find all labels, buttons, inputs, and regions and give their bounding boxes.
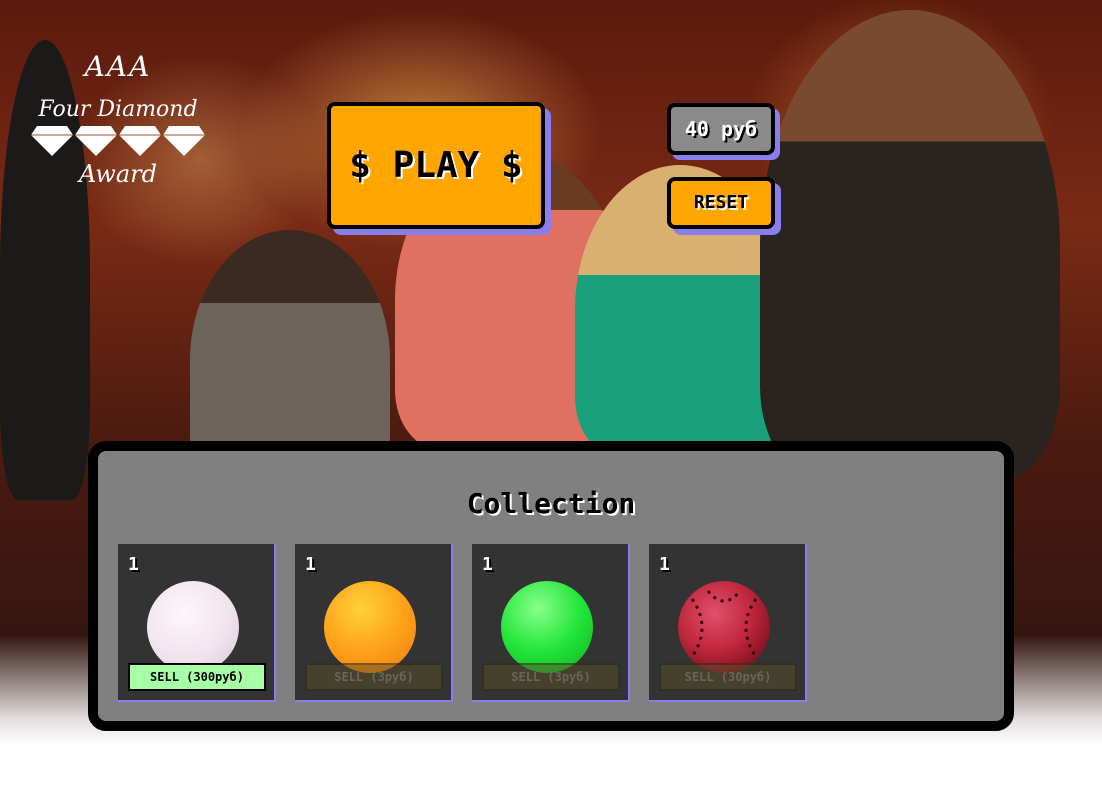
diamond-icon — [163, 126, 205, 156]
item-count: 1 — [305, 554, 316, 575]
diamond-icon — [119, 126, 161, 156]
play-button[interactable]: $ PLAY $ — [327, 102, 545, 229]
collection-item: 1 SELL (3руб) — [295, 544, 453, 702]
item-count: 1 — [128, 554, 139, 575]
collection-cards: 1 SELL (300руб) 1 SELL (3руб) 1 SELL (3р… — [118, 544, 807, 702]
diamond-icon — [31, 126, 73, 156]
white-ball-icon — [147, 581, 239, 673]
aaa-award-logo: AAA Four Diamond Award — [26, 50, 210, 220]
award-line2: Award — [79, 160, 157, 188]
collection-item: 1 SELL (3руб) — [472, 544, 630, 702]
balance-display: 40 руб — [667, 103, 775, 155]
collection-title: Collection — [466, 487, 636, 520]
green-ball-icon — [501, 581, 593, 673]
collection-item: 1 SELL (30руб) — [649, 544, 807, 702]
diamond-icons — [26, 126, 210, 156]
baseball-icon — [678, 581, 770, 673]
award-line1: Four Diamond — [38, 97, 198, 122]
sell-button[interactable]: SELL (3руб) — [482, 663, 620, 691]
diamond-icon — [75, 126, 117, 156]
aaa-logo-text: AAA — [84, 50, 152, 83]
sell-button[interactable]: SELL (30руб) — [659, 663, 797, 691]
collection-panel: Collection 1 SELL (300руб) 1 SELL (3руб)… — [88, 441, 1014, 731]
reset-button[interactable]: RESET — [667, 177, 775, 229]
orange-ball-icon — [324, 581, 416, 673]
person-dark-sweater — [760, 10, 1060, 480]
item-count: 1 — [482, 554, 493, 575]
sell-button[interactable]: SELL (3руб) — [305, 663, 443, 691]
item-count: 1 — [659, 554, 670, 575]
sell-button[interactable]: SELL (300руб) — [128, 663, 266, 691]
collection-item: 1 SELL (300руб) — [118, 544, 276, 702]
